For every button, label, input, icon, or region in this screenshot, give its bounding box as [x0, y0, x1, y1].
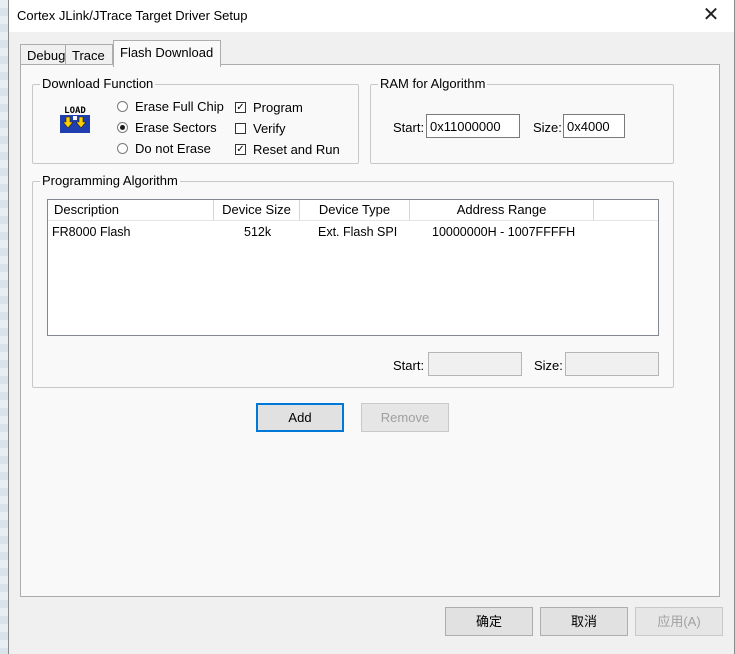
checkbox-label: Program	[253, 100, 303, 115]
checkbox[interactable]	[235, 123, 246, 134]
window-title: Cortex JLink/JTrace Target Driver Setup	[17, 8, 248, 23]
column-address-range[interactable]: Address Range	[410, 200, 594, 220]
cell-device-type: Ext. Flash SPI	[318, 225, 398, 239]
ram-size-input[interactable]	[563, 114, 625, 138]
checkbox[interactable]: ✓	[235, 102, 246, 113]
algorithm-table[interactable]: Description Device Size Device Type Addr…	[47, 199, 659, 336]
apply-button[interactable]: 应用(A)	[635, 607, 723, 636]
column-device-type[interactable]: Device Type	[300, 200, 410, 220]
checkbox-verify[interactable]: Verify	[235, 121, 286, 136]
radio-label: Do not Erase	[135, 141, 211, 156]
ram-title: RAM for Algorithm	[378, 76, 488, 91]
algorithm-start-input[interactable]	[428, 352, 522, 376]
title-bar: Cortex JLink/JTrace Target Driver Setup …	[9, 0, 734, 32]
radio-button[interactable]	[117, 122, 128, 133]
radio-do-not-erase[interactable]: Do not Erase	[117, 141, 211, 156]
ok-button[interactable]: 确定	[445, 607, 533, 636]
radio-button[interactable]	[117, 143, 128, 154]
add-button[interactable]: Add	[256, 403, 344, 432]
algorithm-title: Programming Algorithm	[40, 173, 180, 188]
checkbox-program[interactable]: ✓ Program	[235, 100, 303, 115]
tab-debug[interactable]: Debug	[20, 44, 66, 65]
algorithm-start-label: Start:	[393, 358, 425, 373]
algorithm-size-input[interactable]	[565, 352, 659, 376]
download-function-group: Download Function LOAD Erase Full Chip E…	[32, 76, 359, 164]
tab-flash-download[interactable]: Flash Download	[113, 40, 221, 67]
table-header: Description Device Size Device Type Addr…	[48, 200, 658, 221]
checkbox[interactable]: ✓	[235, 144, 246, 155]
radio-erase-full-chip[interactable]: Erase Full Chip	[117, 99, 224, 114]
checkbox-label: Verify	[253, 121, 286, 136]
flash-download-panel: Download Function LOAD Erase Full Chip E…	[20, 64, 720, 597]
radio-label: Erase Full Chip	[135, 99, 224, 114]
download-function-title: Download Function	[40, 76, 156, 91]
radio-erase-sectors[interactable]: Erase Sectors	[117, 120, 217, 135]
checkbox-reset-and-run[interactable]: ✓ Reset and Run	[235, 142, 340, 157]
ram-size-label: Size:	[533, 120, 562, 135]
load-icon: LOAD	[60, 106, 90, 133]
radio-label: Erase Sectors	[135, 120, 217, 135]
radio-button[interactable]	[117, 101, 128, 112]
cell-description: FR8000 Flash	[52, 225, 131, 239]
ram-start-input[interactable]	[426, 114, 520, 138]
column-device-size[interactable]: Device Size	[214, 200, 300, 220]
background-window-edge	[0, 0, 8, 654]
cell-device-size: 512k	[244, 225, 272, 239]
column-description[interactable]: Description	[48, 200, 214, 220]
dialog-window: Cortex JLink/JTrace Target Driver Setup …	[8, 0, 735, 654]
ram-start-label: Start:	[393, 120, 425, 135]
remove-button[interactable]: Remove	[361, 403, 449, 432]
algorithm-size-label: Size:	[534, 358, 563, 373]
tab-trace[interactable]: Trace	[65, 44, 113, 65]
cell-address-range: 10000000H - 1007FFFFH	[432, 225, 576, 239]
close-icon[interactable]: ✕	[688, 0, 734, 32]
ram-for-algorithm-group: RAM for Algorithm Start: Size:	[370, 76, 674, 164]
load-icon-text: LOAD	[64, 106, 86, 116]
programming-algorithm-group: Programming Algorithm Description Device…	[32, 173, 674, 388]
checkbox-label: Reset and Run	[253, 142, 340, 157]
cancel-button[interactable]: 取消	[540, 607, 628, 636]
